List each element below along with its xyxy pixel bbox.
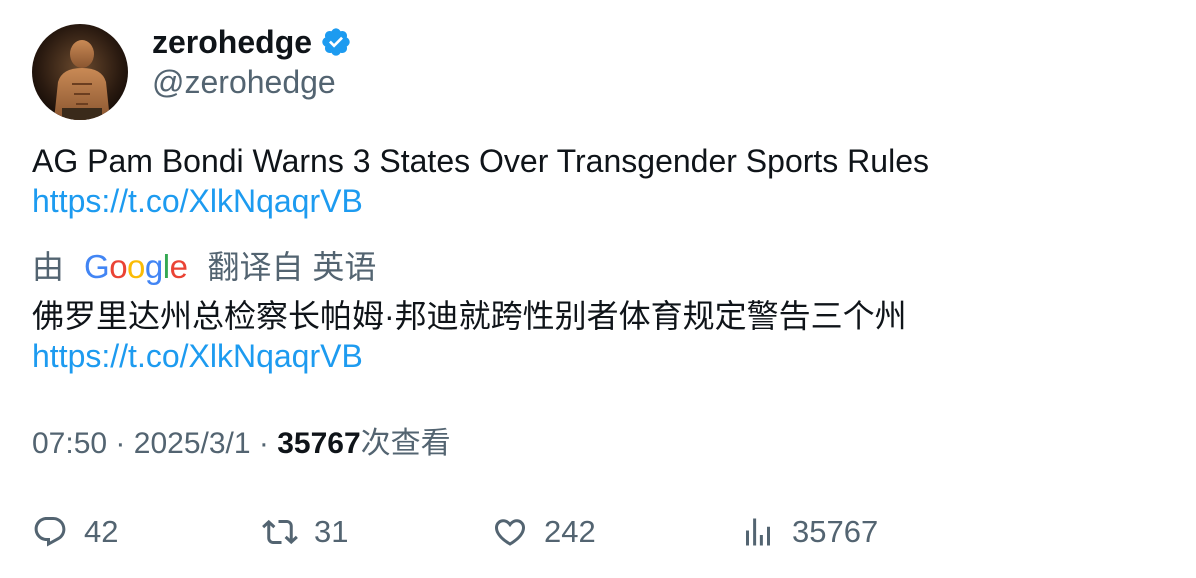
translation-prefix: 由 bbox=[32, 249, 65, 285]
reply-icon bbox=[34, 517, 66, 547]
author-name-text[interactable]: zerohedge bbox=[152, 22, 312, 62]
retweet-count: 31 bbox=[314, 514, 349, 549]
reply-button[interactable]: 42 bbox=[32, 510, 118, 554]
heart-icon bbox=[494, 519, 526, 546]
like-count: 242 bbox=[544, 514, 596, 549]
verified-badge-icon bbox=[320, 26, 352, 58]
views-action-count: 35767 bbox=[792, 514, 879, 549]
tweet-text: AG Pam Bondi Warns 3 States Over Transge… bbox=[32, 141, 1162, 221]
tweet-date[interactable]: 2025/3/1 bbox=[134, 427, 251, 460]
views-button[interactable]: 35767 bbox=[740, 510, 878, 554]
meta-separator: · bbox=[258, 427, 269, 460]
author-handle[interactable]: @zerohedge bbox=[152, 62, 336, 102]
tweet-time[interactable]: 07:50 bbox=[32, 427, 107, 460]
google-logo: Google bbox=[84, 248, 188, 285]
retweet-icon bbox=[262, 519, 298, 545]
views-label: 次查看 bbox=[360, 427, 451, 460]
tweet-link[interactable]: https://t.co/XlkNqaqrVB bbox=[32, 181, 1162, 221]
translated-text: 佛罗里达州总检察长帕姆·邦迪就跨性别者体育规定警告三个州 https://t.c… bbox=[32, 296, 1162, 376]
tweet-body: AG Pam Bondi Warns 3 States Over Transge… bbox=[32, 143, 929, 179]
translation-attribution: 由 Google 翻译自 英语 bbox=[32, 246, 376, 288]
translated-link[interactable]: https://t.co/XlkNqaqrVB bbox=[32, 336, 1162, 376]
author-display-name[interactable]: zerohedge bbox=[152, 22, 352, 62]
meta-separator: · bbox=[115, 427, 126, 460]
translation-suffix[interactable]: 翻译自 英语 bbox=[207, 246, 376, 288]
analytics-icon bbox=[746, 518, 770, 546]
reply-count: 42 bbox=[84, 514, 119, 549]
action-bar: 42 31 242 35767 bbox=[0, 510, 1196, 554]
retweet-button[interactable]: 31 bbox=[262, 510, 348, 554]
tweet-meta: 07:50 · 2025/3/1 · 35767次查看 bbox=[32, 424, 451, 464]
avatar[interactable] bbox=[32, 24, 128, 120]
like-button[interactable]: 242 bbox=[492, 510, 596, 554]
views-count: 35767 bbox=[277, 427, 361, 460]
translated-body: 佛罗里达州总检察长帕姆·邦迪就跨性别者体育规定警告三个州 bbox=[32, 298, 907, 334]
